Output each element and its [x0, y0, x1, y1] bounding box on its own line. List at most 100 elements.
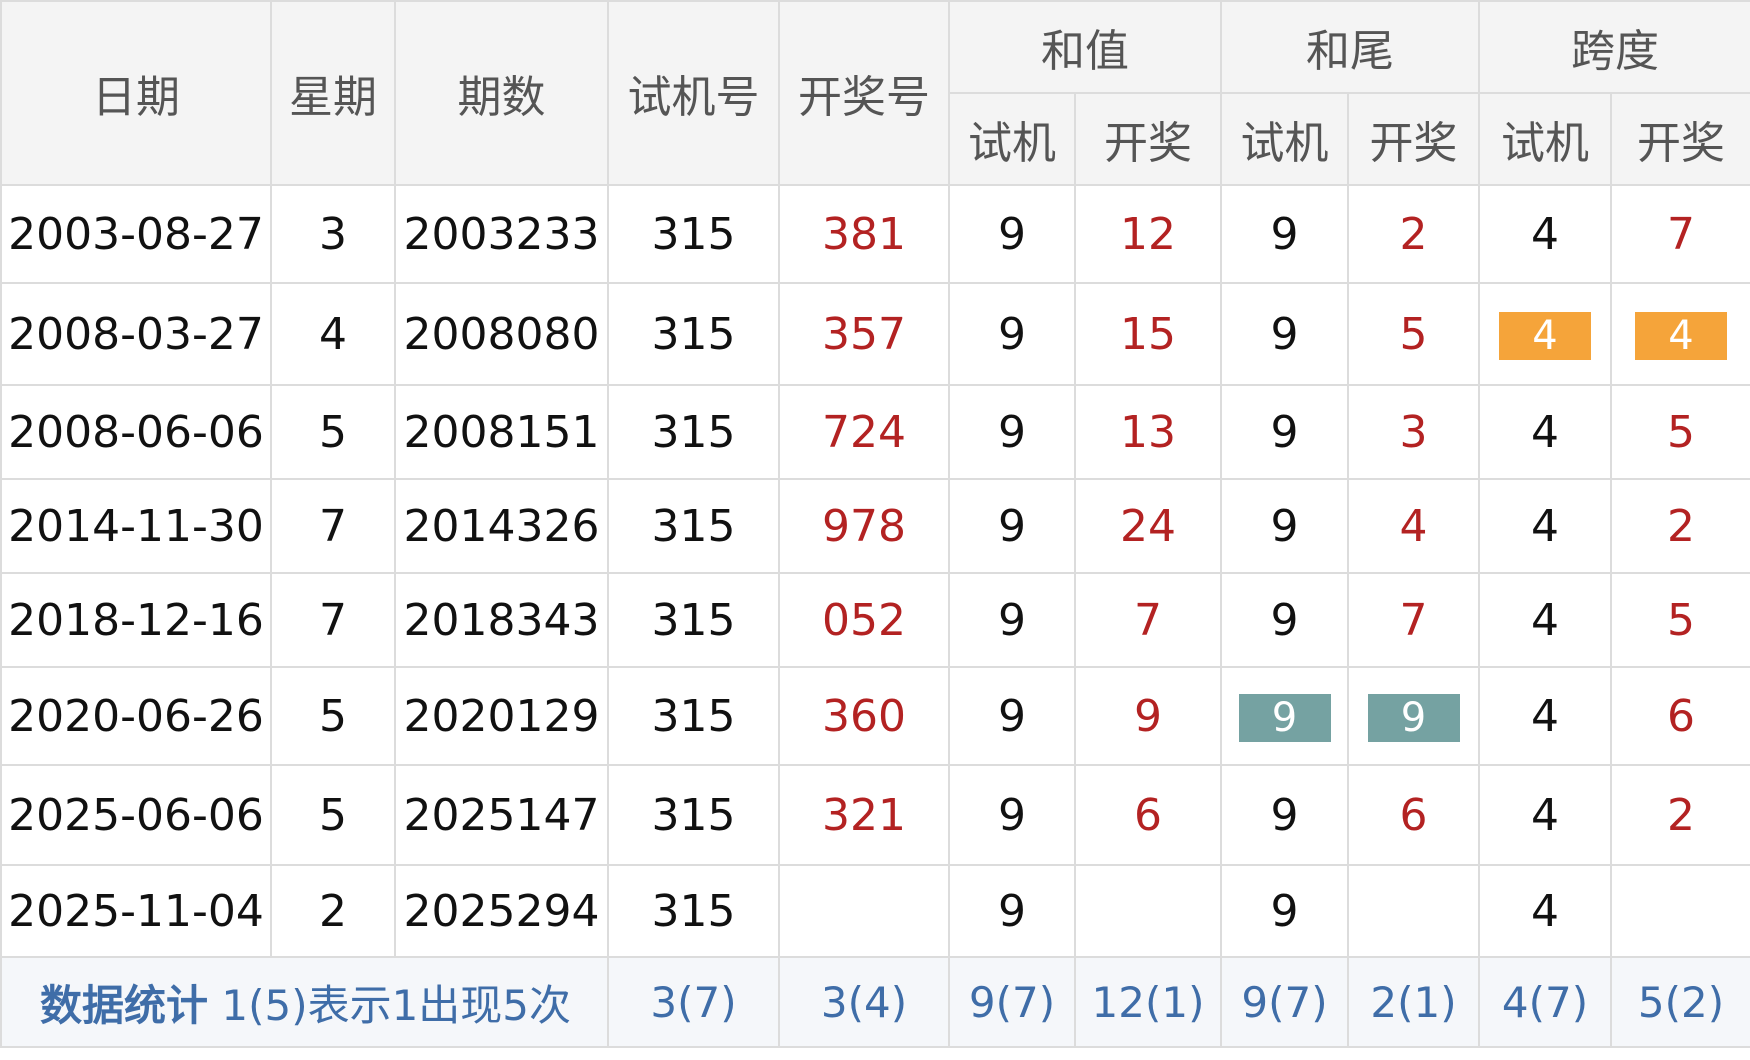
cell-span-test: 4: [1478, 864, 1612, 958]
highlight-badge: 4: [1635, 312, 1727, 360]
cell-span-draw: 7: [1610, 184, 1750, 284]
cell-test-number: 315: [607, 282, 780, 386]
cell-weekday: 3: [270, 184, 396, 284]
cell-span-draw: 5: [1610, 384, 1750, 480]
cell-test-number: 315: [607, 666, 780, 766]
cell-draw-number: 321: [778, 764, 950, 866]
table-row: 2014-11-30 7 2014326 315 978 9 24 9 4 4 …: [0, 478, 1750, 574]
cell-tail-test: 9: [1220, 764, 1349, 866]
cell-weekday: 4: [270, 282, 396, 386]
cell-span-test: 4: [1478, 282, 1612, 386]
stats-label-cell: 数据统计 1(5)表示1出现5次: [0, 956, 609, 1048]
cell-draw-number: 381: [778, 184, 950, 284]
cell-tail-test: 9: [1220, 864, 1349, 958]
cell-tail-test: 9: [1220, 184, 1349, 284]
cell-tail-test: 9: [1220, 282, 1349, 386]
highlight-badge: 9: [1238, 694, 1331, 742]
cell-tail-draw: 6: [1347, 764, 1480, 866]
table-row: 2025-06-06 5 2025147 315 321 9 6 9 6 4 2: [0, 764, 1750, 866]
col-header-sum: 和值: [948, 0, 1222, 94]
sub-header-tail-test: 试机: [1220, 92, 1349, 186]
cell-span-draw: 5: [1610, 572, 1750, 668]
cell-sum-test: 9: [948, 864, 1076, 958]
cell-date: 2018-12-16: [0, 572, 272, 668]
cell-sum-draw: 9: [1074, 666, 1222, 766]
highlight-badge: 4: [1499, 312, 1591, 360]
stats-sum-test: 9(7): [948, 956, 1076, 1048]
cell-tail-draw: [1347, 864, 1480, 958]
stats-test-number: 3(7): [607, 956, 780, 1048]
cell-weekday: 2: [270, 864, 396, 958]
cell-draw-number: 978: [778, 478, 950, 574]
cell-test-number: 315: [607, 764, 780, 866]
cell-tail-test: 9: [1220, 384, 1349, 480]
cell-span-test: 4: [1478, 764, 1612, 866]
cell-span-draw: 2: [1610, 478, 1750, 574]
cell-tail-draw: 4: [1347, 478, 1480, 574]
table-row: 2008-03-27 4 2008080 315 357 9 15 9 5 4 …: [0, 282, 1750, 386]
table-row: 2020-06-26 5 2020129 315 360 9 9 9 9 4 6: [0, 666, 1750, 766]
highlight-badge: 9: [1367, 694, 1460, 742]
cell-sum-draw: [1074, 864, 1222, 958]
cell-span-test: 4: [1478, 184, 1612, 284]
cell-test-number: 315: [607, 478, 780, 574]
cell-sum-test: 9: [948, 666, 1076, 766]
cell-weekday: 5: [270, 666, 396, 766]
cell-weekday: 7: [270, 478, 396, 574]
cell-tail-draw: 9: [1347, 666, 1480, 766]
table-row: 2003-08-27 3 2003233 315 381 9 12 9 2 4 …: [0, 184, 1750, 284]
col-header-test-number: 试机号: [607, 0, 780, 186]
cell-test-number: 315: [607, 184, 780, 284]
cell-tail-draw: 5: [1347, 282, 1480, 386]
cell-date: 2008-06-06: [0, 384, 272, 480]
stats-title: 数据统计: [40, 980, 209, 1030]
sub-header-span-draw: 开奖: [1610, 92, 1750, 186]
cell-issue: 2008080: [394, 282, 609, 386]
col-header-weekday: 星期: [270, 0, 396, 186]
cell-date: 2025-06-06: [0, 764, 272, 866]
lottery-results-table: 日期 星期 期数 试机号 开奖号 和值 和尾 跨度 试机 开奖 试机 开奖 试机…: [0, 0, 1750, 1048]
cell-date: 2025-11-04: [0, 864, 272, 958]
stats-span-draw: 5(2): [1610, 956, 1750, 1048]
cell-issue: 2025147: [394, 764, 609, 866]
col-header-sum-tail: 和尾: [1220, 0, 1480, 94]
cell-date: 2003-08-27: [0, 184, 272, 284]
cell-span-test: 4: [1478, 666, 1612, 766]
sub-header-span-test: 试机: [1478, 92, 1612, 186]
cell-span-test: 4: [1478, 572, 1612, 668]
cell-test-number: 315: [607, 864, 780, 958]
cell-sum-test: 9: [948, 384, 1076, 480]
stats-tail-draw: 2(1): [1347, 956, 1480, 1048]
cell-sum-draw: 24: [1074, 478, 1222, 574]
cell-weekday: 7: [270, 572, 396, 668]
cell-issue: 2025294: [394, 864, 609, 958]
cell-tail-draw: 2: [1347, 184, 1480, 284]
cell-span-draw: 6: [1610, 666, 1750, 766]
cell-issue: 2014326: [394, 478, 609, 574]
cell-sum-test: 9: [948, 478, 1076, 574]
cell-draw-number: [778, 864, 950, 958]
table-row: 2008-06-06 5 2008151 315 724 9 13 9 3 4 …: [0, 384, 1750, 480]
sub-header-sum-test: 试机: [948, 92, 1076, 186]
cell-span-test: 4: [1478, 384, 1612, 480]
cell-date: 2008-03-27: [0, 282, 272, 386]
cell-issue: 2003233: [394, 184, 609, 284]
stats-span-test: 4(7): [1478, 956, 1612, 1048]
cell-weekday: 5: [270, 764, 396, 866]
cell-span-draw: 4: [1610, 282, 1750, 386]
cell-sum-test: 9: [948, 764, 1076, 866]
stats-note: 1(5)表示1出现5次: [221, 980, 572, 1030]
cell-span-draw: [1610, 864, 1750, 958]
col-header-draw-number: 开奖号: [778, 0, 950, 186]
table-row: 2018-12-16 7 2018343 315 052 9 7 9 7 4 5: [0, 572, 1750, 668]
cell-tail-test: 9: [1220, 666, 1349, 766]
cell-test-number: 315: [607, 572, 780, 668]
cell-sum-draw: 7: [1074, 572, 1222, 668]
col-header-issue: 期数: [394, 0, 609, 186]
cell-sum-draw: 12: [1074, 184, 1222, 284]
cell-weekday: 5: [270, 384, 396, 480]
cell-issue: 2008151: [394, 384, 609, 480]
cell-sum-test: 9: [948, 184, 1076, 284]
cell-span-test: 4: [1478, 478, 1612, 574]
cell-draw-number: 052: [778, 572, 950, 668]
